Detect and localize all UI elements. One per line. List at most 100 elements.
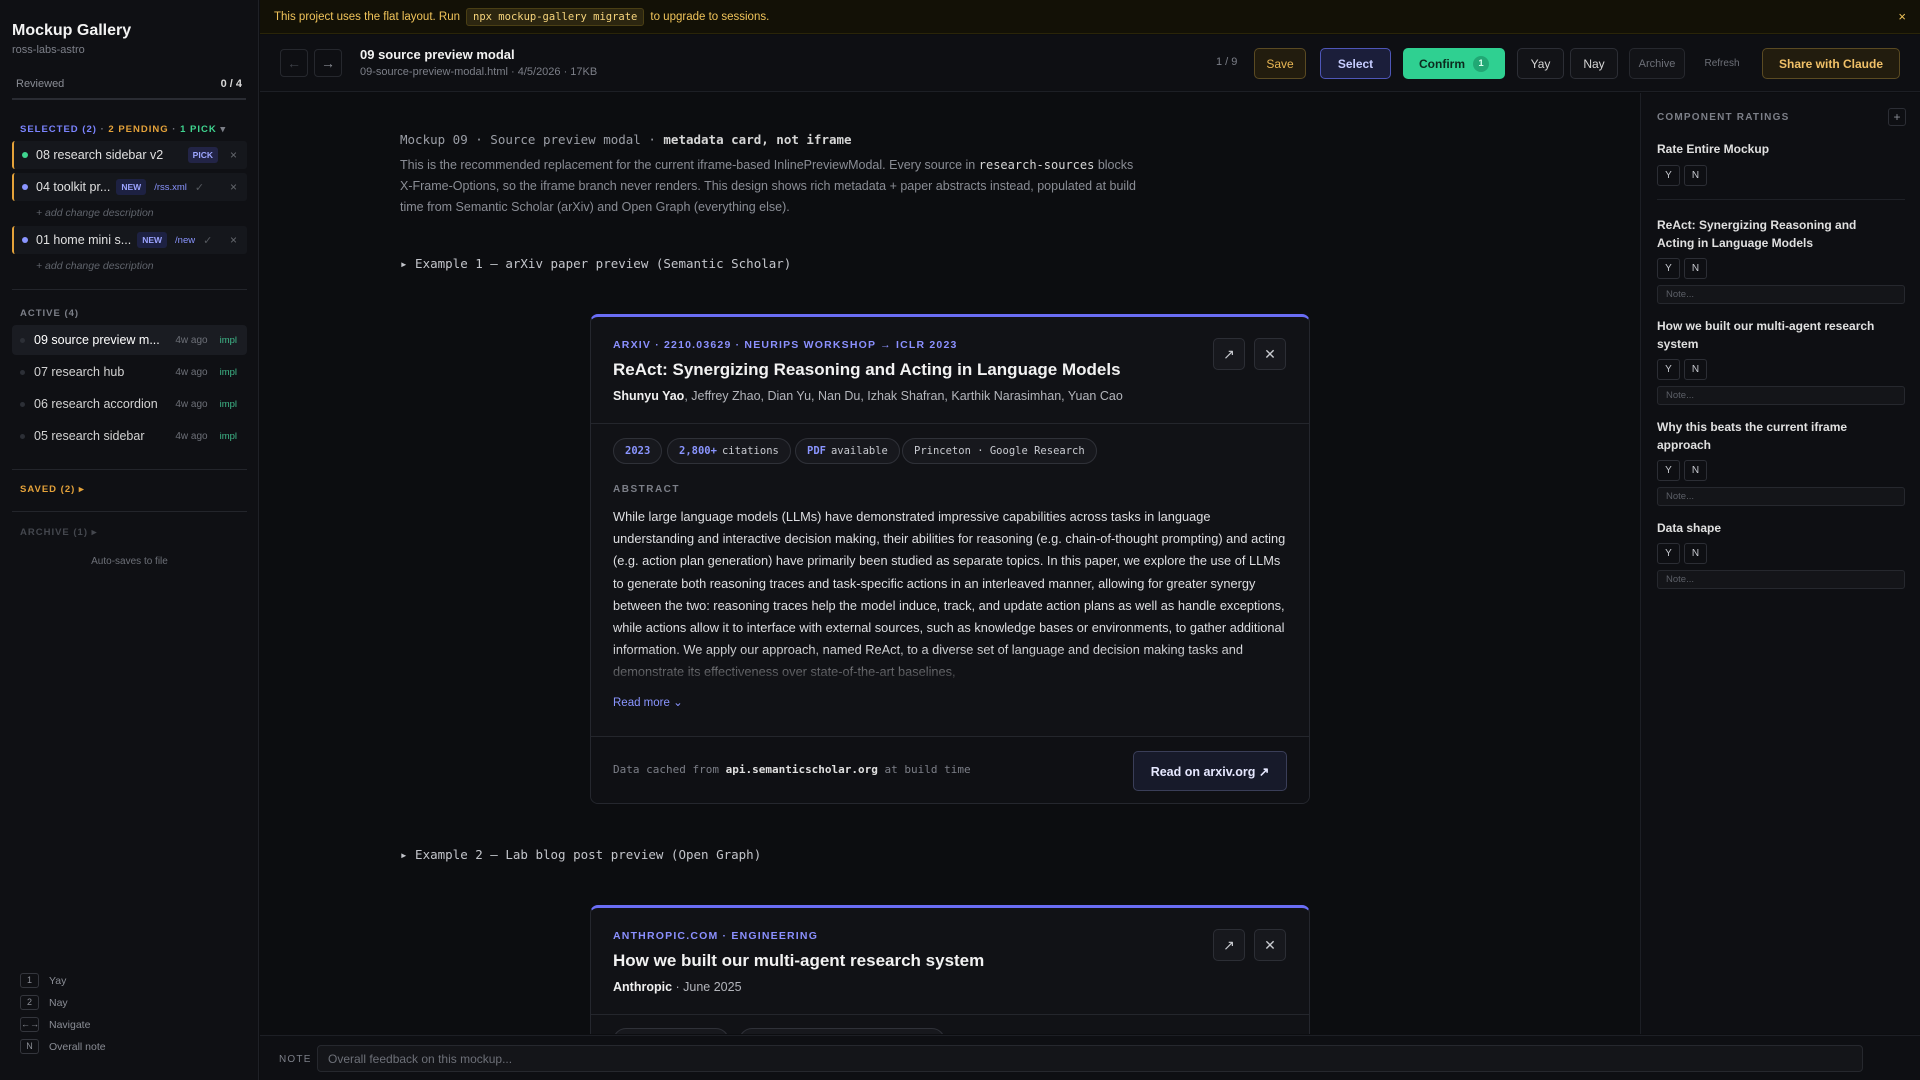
status-dot: [22, 152, 28, 158]
institution-chip: Princeton · Google Research: [902, 438, 1097, 464]
next-arrow-icon[interactable]: →: [314, 49, 342, 77]
add-change-description[interactable]: + add change description: [36, 260, 154, 272]
add-change-description[interactable]: + add change description: [36, 207, 154, 219]
meta-chip: [613, 1028, 729, 1034]
reviewed-count: 0 / 4: [220, 78, 242, 90]
rating-yes-button[interactable]: Y: [1657, 258, 1680, 279]
refresh-button[interactable]: Refresh: [1695, 48, 1749, 79]
cache-note: Data cached from api.semanticscholar.org…: [613, 763, 971, 776]
rating-yes-button[interactable]: Y: [1657, 460, 1680, 481]
yay-button[interactable]: Yay: [1517, 48, 1564, 79]
intro-description: This is the recommended replacement for …: [400, 158, 1136, 214]
banner-text: This project uses the flat layout. Run: [274, 10, 461, 23]
rating-no-button[interactable]: N: [1684, 359, 1707, 380]
save-button[interactable]: Save: [1254, 48, 1306, 79]
migrate-command: npx mockup-gallery migrate: [466, 7, 645, 26]
select-button[interactable]: Select: [1320, 48, 1391, 79]
divider: [1657, 199, 1905, 200]
selected-item-04[interactable]: 04 toolkit pr... NEW /rss.xml ✓ ×: [12, 173, 247, 201]
divider: [591, 1014, 1309, 1015]
mockup-preview: Mockup 09 · Source preview modal · metad…: [260, 93, 1640, 1034]
active-item-07[interactable]: 07 research hub 4w ago impl: [12, 357, 247, 387]
route-link[interactable]: /rss.xml: [154, 182, 187, 193]
add-icon[interactable]: +: [1888, 108, 1906, 126]
selected-item-label: 01 home mini s...: [36, 233, 132, 247]
selected-item-08[interactable]: 08 research sidebar v2 PICK ×: [12, 141, 247, 169]
overall-note-input[interactable]: [317, 1045, 1863, 1072]
project-name: ross-labs-astro: [12, 44, 85, 56]
selected-item-01[interactable]: 01 home mini s... NEW /new ✓ ×: [12, 226, 247, 254]
shortcut-yay: 1 Yay: [20, 973, 66, 988]
rating-no-button[interactable]: N: [1684, 543, 1707, 564]
card-title: ReAct: Synergizing Reasoning and Acting …: [613, 360, 1121, 379]
active-item-label: 07 research hub: [34, 365, 125, 379]
divider: [12, 511, 247, 512]
active-section-header[interactable]: ACTIVE (4): [20, 308, 79, 319]
card-authors: Shunyu Yao, Jeffrey Zhao, Dian Yu, Nan D…: [613, 389, 1123, 403]
rating-item-title: Data shape: [1657, 521, 1722, 535]
prev-arrow-icon[interactable]: ←: [280, 49, 308, 77]
rating-item-title: ReAct: Synergizing Reasoning and Acting …: [1657, 218, 1857, 250]
rating-yes-button[interactable]: Y: [1657, 359, 1680, 380]
component-ratings-panel: COMPONENT RATINGS + Rate Entire Mockup Y…: [1640, 93, 1920, 1034]
open-external-icon[interactable]: ↗: [1213, 338, 1245, 370]
intro-title: Mockup 09 · Source preview modal · metad…: [400, 132, 852, 147]
citations-chip: 2,800+ citations: [667, 438, 791, 464]
blog-preview-card: ANTHROPIC.COM · ENGINEERING How we built…: [590, 905, 1310, 1034]
status-dot: [20, 433, 25, 439]
open-external-icon[interactable]: ↗: [1213, 929, 1245, 961]
card-byline: Anthropic · June 2025: [613, 980, 742, 994]
selected-section-header[interactable]: SELECTED (2) · 2 PENDING · 1 PICK ▾: [20, 124, 226, 135]
remove-icon[interactable]: ×: [230, 180, 237, 194]
example-1-toggle[interactable]: ▸ Example 1 — arXiv paper preview (Seman…: [400, 256, 791, 271]
status-tag: impl: [219, 334, 237, 346]
rating-note-input[interactable]: Note...: [1657, 285, 1905, 304]
migration-banner: This project uses the flat layout. Run n…: [260, 0, 1920, 34]
read-on-arxiv-button[interactable]: Read on arxiv.org ↗: [1133, 751, 1287, 791]
rating-no-button[interactable]: N: [1684, 258, 1707, 279]
rate-entire-no-button[interactable]: N: [1684, 165, 1707, 186]
active-item-05[interactable]: 05 research sidebar 4w ago impl: [12, 421, 247, 451]
active-item-label: 09 source preview m...: [34, 333, 160, 347]
saved-section-header[interactable]: SAVED (2) ▸: [20, 484, 85, 495]
read-more-link[interactable]: Read more ⌄: [613, 695, 683, 709]
arxiv-preview-card: ARXIV · 2210.03629 · NEURIPS WORKSHOP → …: [590, 314, 1310, 804]
shortcut-navigate: ←→ Navigate: [20, 1017, 91, 1032]
archive-section-header[interactable]: ARCHIVE (1) ▸: [20, 527, 97, 538]
close-icon[interactable]: ✕: [1254, 929, 1286, 961]
share-with-claude-button[interactable]: Share with Claude: [1762, 48, 1900, 79]
example-2-toggle[interactable]: ▸ Example 2 — Lab blog post preview (Ope…: [400, 847, 761, 862]
status-dot: [20, 337, 25, 343]
rating-note-input[interactable]: Note...: [1657, 487, 1905, 506]
app-title: Mockup Gallery: [12, 22, 132, 39]
year-chip: 2023: [613, 438, 663, 464]
autosave-note: Auto-saves to file: [91, 556, 168, 567]
close-icon[interactable]: ×: [1898, 9, 1906, 24]
active-item-09[interactable]: 09 source preview m... 4w ago impl: [12, 325, 247, 355]
status-tag: impl: [219, 398, 237, 410]
meta-chip: [739, 1028, 945, 1034]
active-item-06[interactable]: 06 research accordion 4w ago impl: [12, 389, 247, 419]
card-eyebrow: ANTHROPIC.COM · ENGINEERING: [613, 930, 819, 942]
route-link[interactable]: /new: [175, 235, 195, 246]
remove-icon[interactable]: ×: [230, 233, 237, 247]
note-label: NOTE: [279, 1054, 312, 1065]
rating-note-input[interactable]: Note...: [1657, 386, 1905, 405]
rating-yes-button[interactable]: Y: [1657, 543, 1680, 564]
check-icon[interactable]: ✓: [203, 234, 212, 247]
rating-note-input[interactable]: Note...: [1657, 570, 1905, 589]
card-eyebrow: ARXIV · 2210.03629 · NEURIPS WORKSHOP → …: [613, 339, 958, 351]
time-ago: 4w ago: [175, 334, 208, 346]
archive-button[interactable]: Archive: [1629, 48, 1685, 79]
nay-button[interactable]: Nay: [1570, 48, 1618, 79]
active-item-label: 06 research accordion: [34, 397, 158, 411]
rate-entire-yes-button[interactable]: Y: [1657, 165, 1680, 186]
close-icon[interactable]: ✕: [1254, 338, 1286, 370]
remove-icon[interactable]: ×: [230, 148, 237, 162]
check-icon[interactable]: ✓: [195, 181, 204, 194]
rating-no-button[interactable]: N: [1684, 460, 1707, 481]
time-ago: 4w ago: [175, 366, 208, 378]
banner-text-after: to upgrade to sessions.: [650, 10, 770, 23]
status-dot: [22, 237, 28, 243]
confirm-button[interactable]: Confirm 1: [1403, 48, 1505, 79]
